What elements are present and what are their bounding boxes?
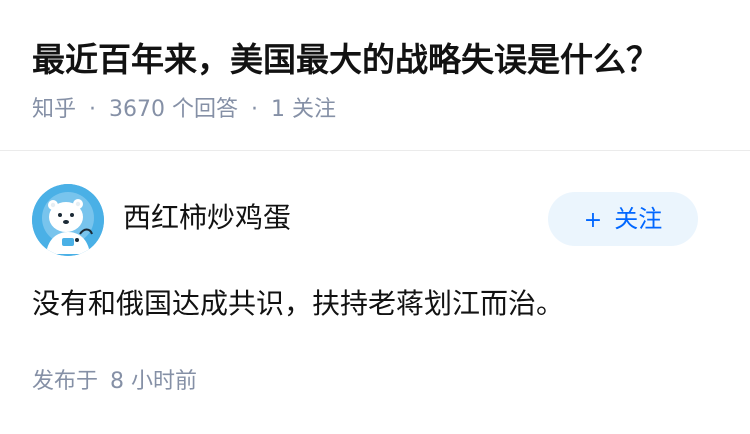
answer-count[interactable]: 3670	[109, 97, 165, 122]
polar-bear-astronaut-icon	[32, 184, 104, 256]
follow-count-label[interactable]: 关注	[292, 97, 336, 122]
author-name[interactable]: 西红柿炒鸡蛋	[123, 199, 291, 237]
question-title[interactable]: 最近百年来，美国最大的战略失误是什么？	[32, 34, 659, 86]
follow-button[interactable]: + 关注	[548, 192, 698, 246]
source-label[interactable]: 知乎	[32, 97, 76, 122]
follow-count[interactable]: 1	[271, 97, 285, 122]
meta-separator: ·	[89, 97, 97, 122]
author-avatar[interactable]	[32, 184, 104, 256]
meta-separator: ·	[251, 97, 259, 122]
published-time: 8 小时前	[110, 369, 198, 394]
question-header: 最近百年来，美国最大的战略失误是什么？ 知乎 · 3670 个回答 · 1 关注	[0, 0, 750, 150]
answer-content[interactable]: 没有和俄国达成共识，扶持老蒋划江而治。	[32, 281, 564, 327]
answer-card: 西红柿炒鸡蛋 + 关注 没有和俄国达成共识，扶持老蒋划江而治。 发布于 8 小时前	[0, 151, 750, 434]
published-label: 发布于	[32, 369, 99, 394]
answer-count-label[interactable]: 个回答	[172, 97, 238, 122]
follow-button-label: 关注	[614, 205, 663, 233]
answer-published-time: 发布于 8 小时前	[32, 365, 197, 399]
plus-icon: +	[583, 208, 603, 233]
question-meta: 知乎 · 3670 个回答 · 1 关注	[32, 93, 336, 127]
